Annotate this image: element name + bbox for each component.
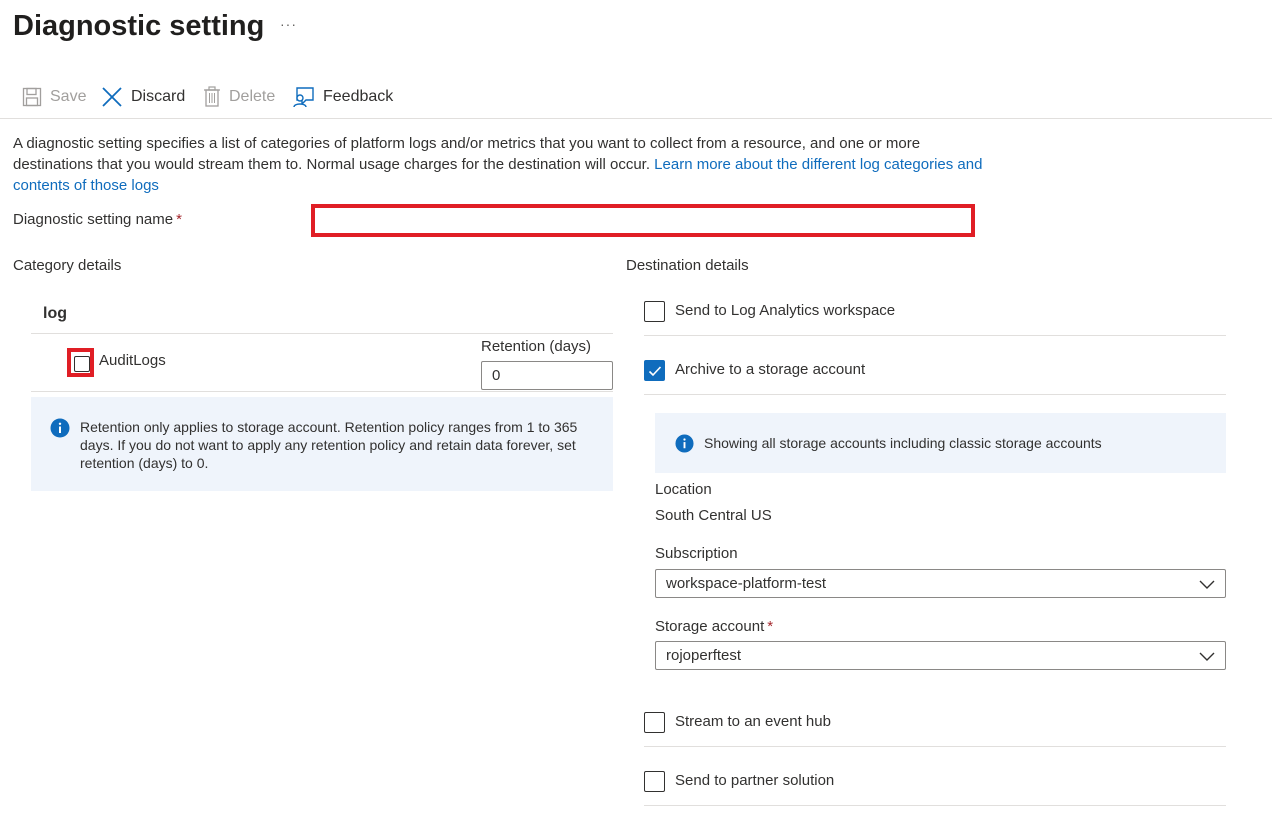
checkmark-icon: [648, 366, 662, 377]
retention-info-box: Retention only applies to storage accoun…: [31, 397, 613, 491]
divider: [644, 394, 1226, 395]
save-icon: [22, 87, 42, 107]
log-analytics-checkbox[interactable]: [644, 301, 665, 322]
storage-account-value: rojoperftest: [666, 647, 742, 664]
chevron-down-icon: [1199, 652, 1215, 661]
close-icon: [102, 87, 122, 107]
required-asterisk: *: [176, 211, 182, 228]
setting-name-input[interactable]: [311, 204, 975, 237]
category-details-heading: Category details: [13, 257, 122, 274]
info-icon: [675, 434, 694, 453]
discard-button[interactable]: Discard: [101, 84, 185, 110]
storage-account-label: Archive to a storage account: [675, 361, 866, 378]
divider: [644, 746, 1226, 747]
trash-icon: [204, 86, 220, 107]
auditlogs-label: AuditLogs: [99, 352, 166, 369]
category-row: AuditLogs Retention (days) 0: [31, 334, 613, 392]
log-group-header: log: [31, 298, 613, 334]
event-hub-checkbox[interactable]: [644, 712, 665, 733]
setting-name-label-text: Diagnostic setting name: [13, 211, 174, 228]
subscription-dropdown[interactable]: workspace-platform-test: [655, 569, 1226, 598]
info-icon: [50, 418, 70, 438]
location-label: Location: [655, 481, 712, 498]
auditlogs-checkbox[interactable]: [67, 348, 94, 377]
delete-label: Delete: [229, 88, 276, 105]
storage-info-box: Showing all storage accounts including c…: [655, 413, 1226, 473]
storage-info-text: Showing all storage accounts including c…: [704, 435, 1102, 451]
subscription-value: workspace-platform-test: [666, 575, 827, 592]
save-label: Save: [50, 88, 87, 105]
chevron-down-icon: [1199, 580, 1215, 589]
event-hub-label: Stream to an event hub: [675, 713, 831, 730]
storage-account-checkbox[interactable]: [644, 360, 665, 381]
partner-solution-label: Send to partner solution: [675, 772, 835, 789]
save-button[interactable]: Save: [22, 84, 86, 110]
page-title: Diagnostic setting: [13, 10, 265, 42]
discard-label: Discard: [131, 88, 186, 105]
partner-solution-checkbox[interactable]: [644, 771, 665, 792]
log-analytics-label: Send to Log Analytics workspace: [675, 302, 896, 319]
setting-name-label: Diagnostic setting name *: [13, 211, 182, 228]
location-value: South Central US: [655, 507, 772, 524]
retention-input[interactable]: 0: [481, 361, 613, 390]
storage-account-field-label: Storage account *: [655, 618, 773, 635]
destination-details-heading: Destination details: [626, 257, 749, 274]
feedback-button[interactable]: Feedback: [293, 84, 393, 110]
required-asterisk: *: [767, 618, 774, 635]
feedback-label: Feedback: [323, 88, 394, 105]
divider: [644, 805, 1226, 806]
subscription-label: Subscription: [655, 545, 738, 562]
retention-label: Retention (days): [481, 338, 592, 355]
command-bar: Save Discard Delete Feedback: [0, 82, 1272, 119]
more-options-button[interactable]: ···: [280, 16, 297, 32]
retention-info-text: Retention only applies to storage accoun…: [80, 419, 578, 471]
divider: [644, 335, 1226, 336]
storage-account-field-label-text: Storage account: [655, 618, 765, 635]
log-group-label: log: [43, 305, 67, 322]
storage-account-dropdown[interactable]: rojoperftest: [655, 641, 1226, 670]
feedback-icon: [293, 87, 314, 108]
description: A diagnostic setting specifies a list of…: [13, 133, 993, 196]
delete-button[interactable]: Delete: [203, 84, 275, 110]
